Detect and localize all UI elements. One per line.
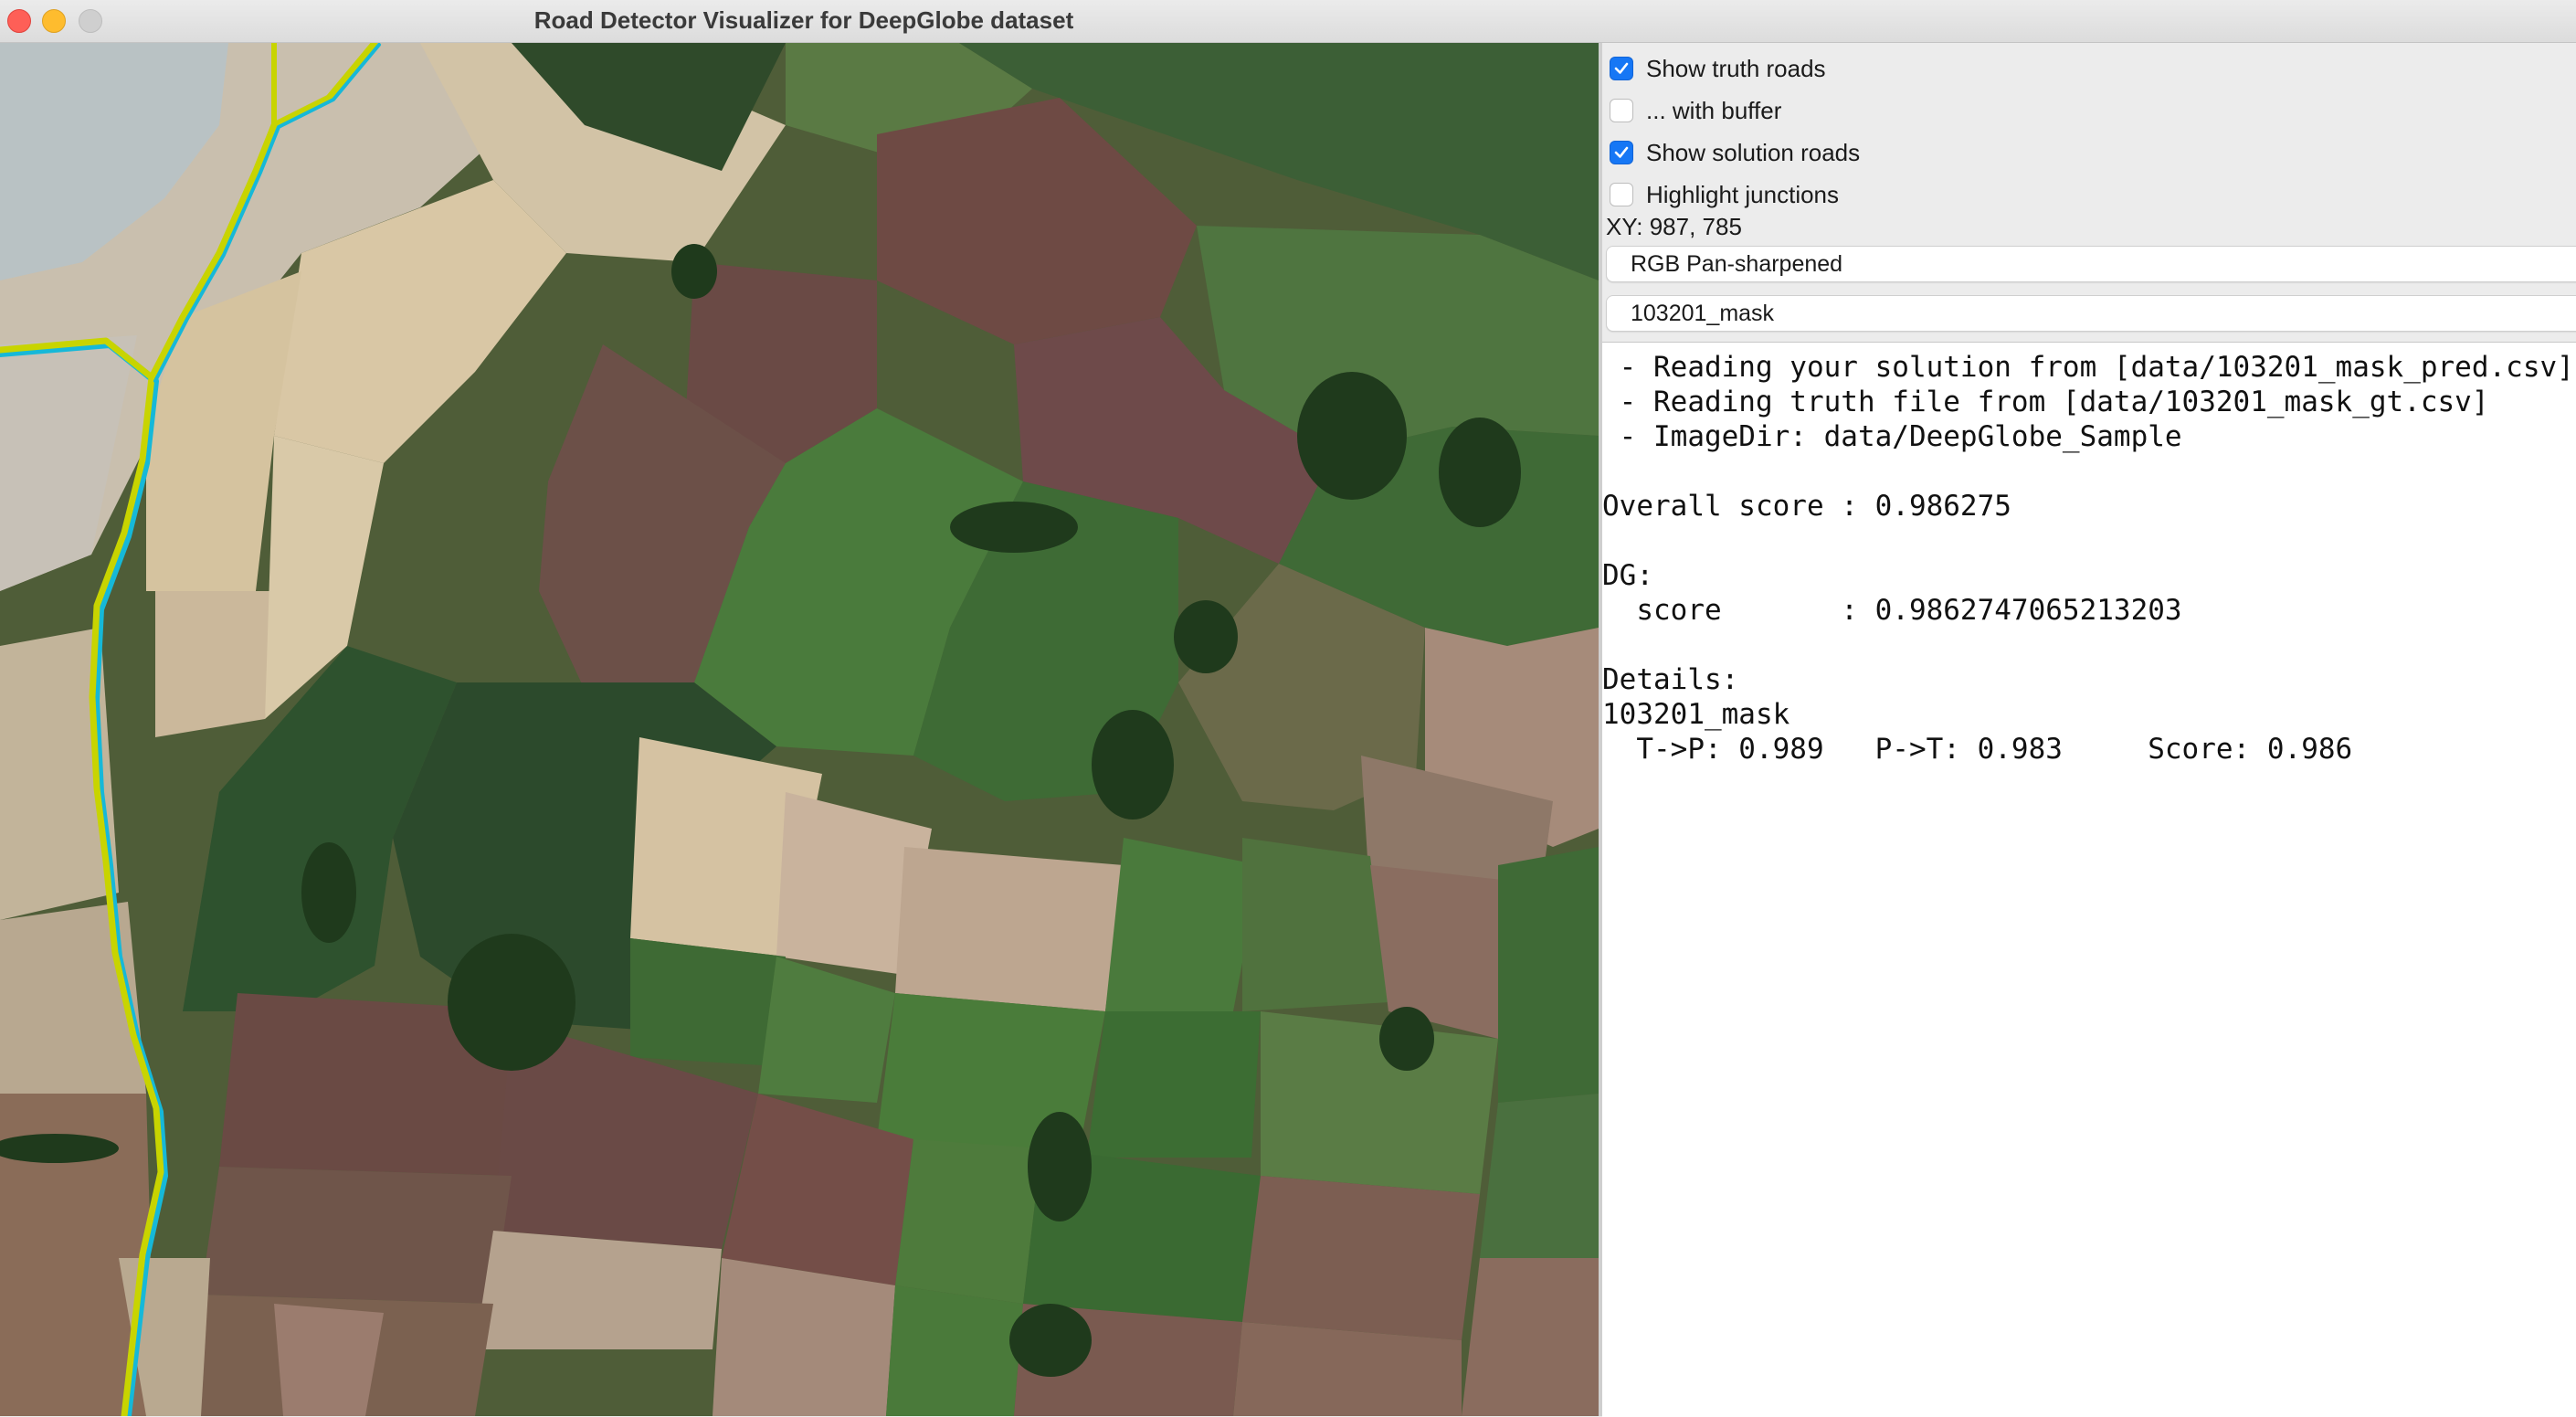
log-text: - Reading your solution from [data/10320… (1602, 343, 2576, 767)
show-truth-roads-row[interactable]: Show truth roads (1610, 49, 1826, 88)
control-panel: Show truth roads ... with buffer Show so… (1602, 43, 2576, 1417)
log-line: - ImageDir: data/DeepGlobe_Sample (1602, 420, 2182, 453)
highlight-junctions-checkbox[interactable] (1610, 183, 1633, 206)
log-line: - Reading truth file from [data/103201_m… (1602, 386, 2489, 418)
with-buffer-label: ... with buffer (1646, 96, 1782, 124)
show-truth-roads-label: Show truth roads (1646, 54, 1826, 82)
dg-score-line: score : 0.9862747065213203 (1602, 594, 2182, 627)
show-solution-roads-checkbox[interactable] (1610, 141, 1633, 164)
log-line: 103201_mask (1602, 698, 1790, 731)
satellite-image (0, 43, 1599, 1416)
show-solution-roads-label: Show solution roads (1646, 138, 1861, 166)
window-titlebar: Road Detector Visualizer for DeepGlobe d… (0, 0, 2576, 43)
highlight-junctions-row[interactable]: Highlight junctions (1610, 175, 1839, 214)
image-mode-dropdown[interactable]: RGB Pan-sharpened (1606, 246, 2576, 282)
log-line: - Reading your solution from [data/10320… (1602, 351, 2574, 384)
log-output-area[interactable]: - Reading your solution from [data/10320… (1602, 342, 2576, 1417)
details-score-line: T->P: 0.989 P->T: 0.983 Score: 0.986 (1602, 733, 2353, 766)
with-buffer-checkbox[interactable] (1610, 99, 1633, 122)
image-selector-dropdown[interactable]: 103201_mask (1606, 295, 2576, 332)
window-title: Road Detector Visualizer for DeepGlobe d… (533, 6, 1074, 34)
with-buffer-row[interactable]: ... with buffer (1610, 91, 1781, 130)
checkmark-icon (1614, 146, 1629, 158)
satellite-map-view[interactable] (0, 43, 1599, 1416)
overall-score-line: Overall score : 0.986275 (1602, 490, 2011, 523)
xy-coordinate-readout: XY: 987, 785 (1606, 213, 1742, 240)
log-line: DG: (1602, 559, 1653, 592)
checkmark-icon (1614, 62, 1629, 74)
show-truth-roads-checkbox[interactable] (1610, 57, 1633, 80)
log-line: Details: (1602, 663, 1739, 696)
highlight-junctions-label: Highlight junctions (1646, 180, 1840, 208)
show-solution-roads-row[interactable]: Show solution roads (1610, 133, 1860, 172)
